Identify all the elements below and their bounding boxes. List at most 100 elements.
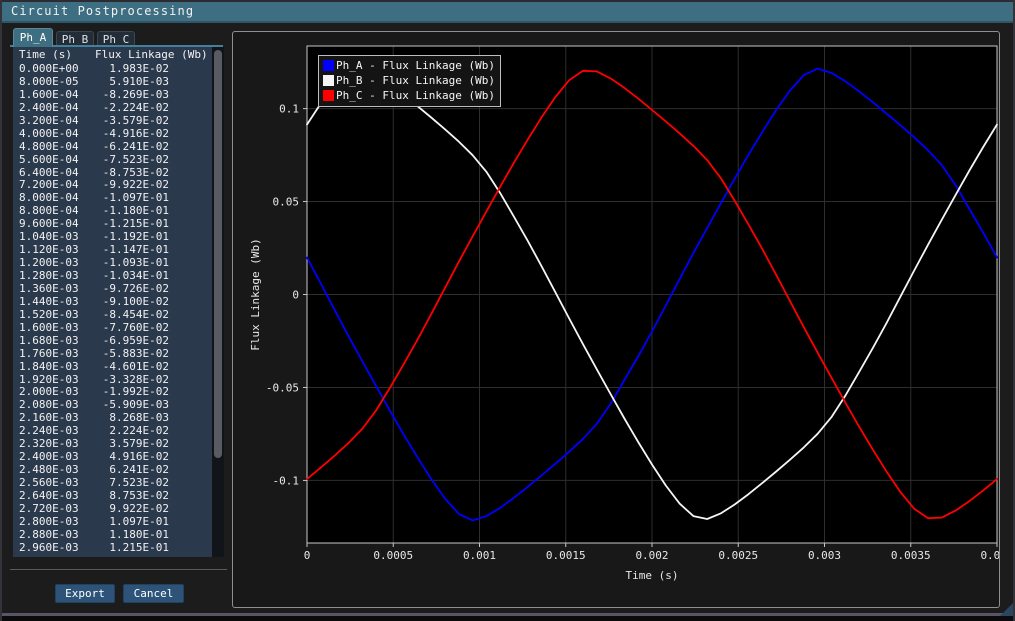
- separator-line: [10, 569, 227, 570]
- legend-swatch-icon: [323, 75, 334, 86]
- cell-flux: -1.034E-01: [95, 270, 169, 283]
- cell-time: 1.360E-03: [13, 283, 95, 296]
- table-row[interactable]: 5.600E-04-7.523E-02: [13, 154, 212, 167]
- cell-time: 8.000E-05: [13, 76, 95, 89]
- svg-text:Flux Linkage (Wb): Flux Linkage (Wb): [249, 238, 262, 351]
- cell-flux: -9.100E-02: [95, 296, 169, 309]
- cell-flux: -2.224E-02: [95, 102, 169, 115]
- svg-text:-0.05: -0.05: [266, 381, 299, 394]
- window-border-bottom-dark: [0, 616, 1015, 621]
- legend-entry: Ph_A - Flux Linkage (Wb): [323, 58, 495, 73]
- cell-flux: -9.726E-02: [95, 283, 169, 296]
- export-button[interactable]: Export: [55, 584, 115, 603]
- svg-text:0.0025: 0.0025: [718, 549, 758, 562]
- table-row[interactable]: 2.400E-04-2.224E-02: [13, 102, 212, 115]
- cell-time: 2.880E-03: [13, 529, 95, 542]
- table-row[interactable]: 1.600E-03-7.760E-02: [13, 322, 212, 335]
- cell-flux: 7.523E-02: [95, 477, 169, 490]
- svg-text:0.001: 0.001: [463, 549, 496, 562]
- legend-label: Ph_B - Flux Linkage (Wb): [336, 74, 495, 87]
- svg-text:0: 0: [304, 549, 311, 562]
- cancel-button[interactable]: Cancel: [123, 584, 184, 603]
- cell-flux: -4.601E-02: [95, 361, 169, 374]
- table-row[interactable]: 4.800E-04-6.241E-02: [13, 141, 212, 154]
- column-header-time: Time (s): [13, 47, 95, 63]
- legend-label: Ph_C - Flux Linkage (Wb): [336, 89, 495, 102]
- table-row[interactable]: 0.000E+001.983E-02: [13, 63, 212, 76]
- chart-legend: Ph_A - Flux Linkage (Wb)Ph_B - Flux Link…: [318, 55, 501, 107]
- table-row[interactable]: 4.000E-04-4.916E-02: [13, 128, 212, 141]
- cell-time: 1.600E-04: [13, 89, 95, 102]
- cell-flux: -5.883E-02: [95, 348, 169, 361]
- cell-flux: -7.523E-02: [95, 154, 169, 167]
- table-row[interactable]: 1.360E-03-9.726E-02: [13, 283, 212, 296]
- svg-text:0.002: 0.002: [635, 549, 668, 562]
- cell-flux: 1.983E-02: [95, 63, 169, 76]
- cell-time: 1.840E-03: [13, 361, 95, 374]
- legend-entry: Ph_C - Flux Linkage (Wb): [323, 88, 495, 103]
- legend-swatch-icon: [323, 60, 334, 71]
- table-row[interactable]: 1.840E-03-4.601E-02: [13, 361, 212, 374]
- table-row[interactable]: 2.640E-038.753E-02: [13, 490, 212, 503]
- cell-time: 2.800E-03: [13, 516, 95, 529]
- svg-text:0.0005: 0.0005: [373, 549, 413, 562]
- window-border-left: [0, 0, 2, 621]
- cell-flux: 5.910E-03: [95, 76, 169, 89]
- cell-time: 2.960E-03: [13, 542, 95, 555]
- column-header-flux: Flux Linkage (Wb): [95, 47, 208, 63]
- flux-linkage-chart[interactable]: 0 0.0005 0.001 0.0015 0.002 0.0025 0.003 0.0035…: [233, 32, 999, 607]
- cell-time: 4.000E-04: [13, 128, 95, 141]
- table-body: 0.000E+001.983E-028.000E-055.910E-031.60…: [13, 63, 212, 555]
- svg-text:-0.1: -0.1: [273, 474, 300, 487]
- title-bar[interactable]: Circuit Postprocessing: [2, 2, 1013, 23]
- cell-time: 2.720E-03: [13, 503, 95, 516]
- svg-text:0.0035: 0.0035: [891, 549, 931, 562]
- table-row[interactable]: 1.600E-04-8.269E-03: [13, 89, 212, 102]
- cell-time: 2.400E-04: [13, 102, 95, 115]
- svg-text:0.05: 0.05: [273, 196, 300, 209]
- table-row[interactable]: 2.880E-031.180E-01: [13, 529, 212, 542]
- resize-grip-icon[interactable]: [1000, 603, 1013, 616]
- table-header: Time (s) Flux Linkage (Wb): [13, 47, 212, 63]
- table-row[interactable]: 1.280E-03-1.034E-01: [13, 270, 212, 283]
- svg-text:0.003: 0.003: [808, 549, 841, 562]
- cell-flux: -8.454E-02: [95, 309, 169, 322]
- cell-flux: -6.959E-02: [95, 335, 169, 348]
- scrollbar-thumb[interactable]: [214, 50, 222, 458]
- cell-time: 1.760E-03: [13, 348, 95, 361]
- tab-ph-a[interactable]: Ph_A: [13, 28, 53, 47]
- cell-time: 1.680E-03: [13, 335, 95, 348]
- table-row[interactable]: 1.520E-03-8.454E-02: [13, 309, 212, 322]
- table-row[interactable]: 2.560E-037.523E-02: [13, 477, 212, 490]
- table-scrollbar[interactable]: [212, 47, 224, 557]
- cell-time: 0.000E+00: [13, 63, 95, 76]
- cell-flux: 8.753E-02: [95, 490, 169, 503]
- cell-time: 5.600E-04: [13, 154, 95, 167]
- legend-swatch-icon: [323, 90, 334, 101]
- table-row[interactable]: 8.000E-055.910E-03: [13, 76, 212, 89]
- chart-panel: 0 0.0005 0.001 0.0015 0.002 0.0025 0.003 0.0035…: [232, 31, 1000, 608]
- cell-time: 3.200E-04: [13, 115, 95, 128]
- svg-text:0.0015: 0.0015: [546, 549, 586, 562]
- svg-text:Time (s): Time (s): [626, 569, 679, 582]
- window-title: Circuit Postprocessing: [11, 4, 194, 18]
- cell-flux: 1.097E-01: [95, 516, 169, 529]
- cell-flux: -7.760E-02: [95, 322, 169, 335]
- table-row[interactable]: 1.440E-03-9.100E-02: [13, 296, 212, 309]
- table-row[interactable]: 2.720E-039.922E-02: [13, 503, 212, 516]
- cell-time: 2.560E-03: [13, 477, 95, 490]
- table-row[interactable]: 1.680E-03-6.959E-02: [13, 335, 212, 348]
- svg-text:0.1: 0.1: [279, 103, 299, 116]
- data-table[interactable]: Time (s) Flux Linkage (Wb) 0.000E+001.98…: [13, 47, 212, 557]
- cell-flux: 9.922E-02: [95, 503, 169, 516]
- table-row[interactable]: 2.800E-031.097E-01: [13, 516, 212, 529]
- cell-flux: 1.215E-01: [95, 542, 169, 555]
- table-row[interactable]: 2.960E-031.215E-01: [13, 542, 212, 555]
- cell-flux: -3.579E-02: [95, 115, 169, 128]
- legend-entry: Ph_B - Flux Linkage (Wb): [323, 73, 495, 88]
- svg-text:0.004: 0.004: [980, 549, 999, 562]
- table-row[interactable]: 3.200E-04-3.579E-02: [13, 115, 212, 128]
- table-row[interactable]: 1.760E-03-5.883E-02: [13, 348, 212, 361]
- svg-text:0: 0: [292, 289, 299, 302]
- cell-time: 1.520E-03: [13, 309, 95, 322]
